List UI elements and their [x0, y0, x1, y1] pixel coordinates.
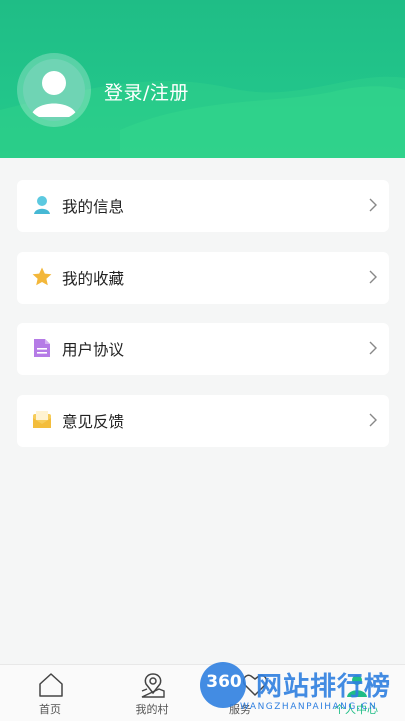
- chevron-right-icon: [369, 198, 377, 212]
- menu-item-label: 用户协议: [62, 341, 125, 359]
- menu-item-user-agreement[interactable]: 用户协议: [17, 323, 389, 375]
- home-icon: [39, 673, 63, 697]
- chevron-right-icon: [369, 341, 377, 355]
- watermark-domain: WANGZHANPAIHANG.CN: [240, 702, 378, 712]
- profile-header: 登录/注册: [0, 0, 405, 158]
- tab-label: 首页: [39, 703, 61, 716]
- mail-icon: [33, 411, 51, 428]
- tab-label: 我的村: [135, 703, 169, 716]
- menu-item-label: 我的收藏: [62, 270, 125, 288]
- menu-item-label: 意见反馈: [62, 413, 125, 431]
- menu-item-feedback[interactable]: 意见反馈: [17, 395, 389, 447]
- login-register-link[interactable]: 登录/注册: [104, 78, 189, 105]
- menu-item-label: 我的信息: [62, 198, 125, 216]
- default-avatar-icon: [31, 71, 77, 117]
- chevron-right-icon: [369, 270, 377, 284]
- tab-my-village[interactable]: 我的村: [112, 665, 192, 721]
- avatar[interactable]: [17, 53, 91, 127]
- watermark-number: 360: [206, 672, 242, 692]
- menu-item-my-info[interactable]: 我的信息: [17, 180, 389, 232]
- menu-item-my-favorites[interactable]: 我的收藏: [17, 252, 389, 304]
- document-icon: [34, 339, 50, 357]
- watermark-title: 网站排行榜: [256, 672, 392, 702]
- map-pin-icon: [141, 673, 165, 698]
- user-icon: [34, 196, 50, 214]
- watermark-overlay: 360 网站排行榜 WANGZHANPAIHANG.CN: [200, 662, 405, 720]
- star-icon: [32, 267, 52, 286]
- chevron-right-icon: [369, 413, 377, 427]
- tab-home[interactable]: 首页: [10, 665, 90, 721]
